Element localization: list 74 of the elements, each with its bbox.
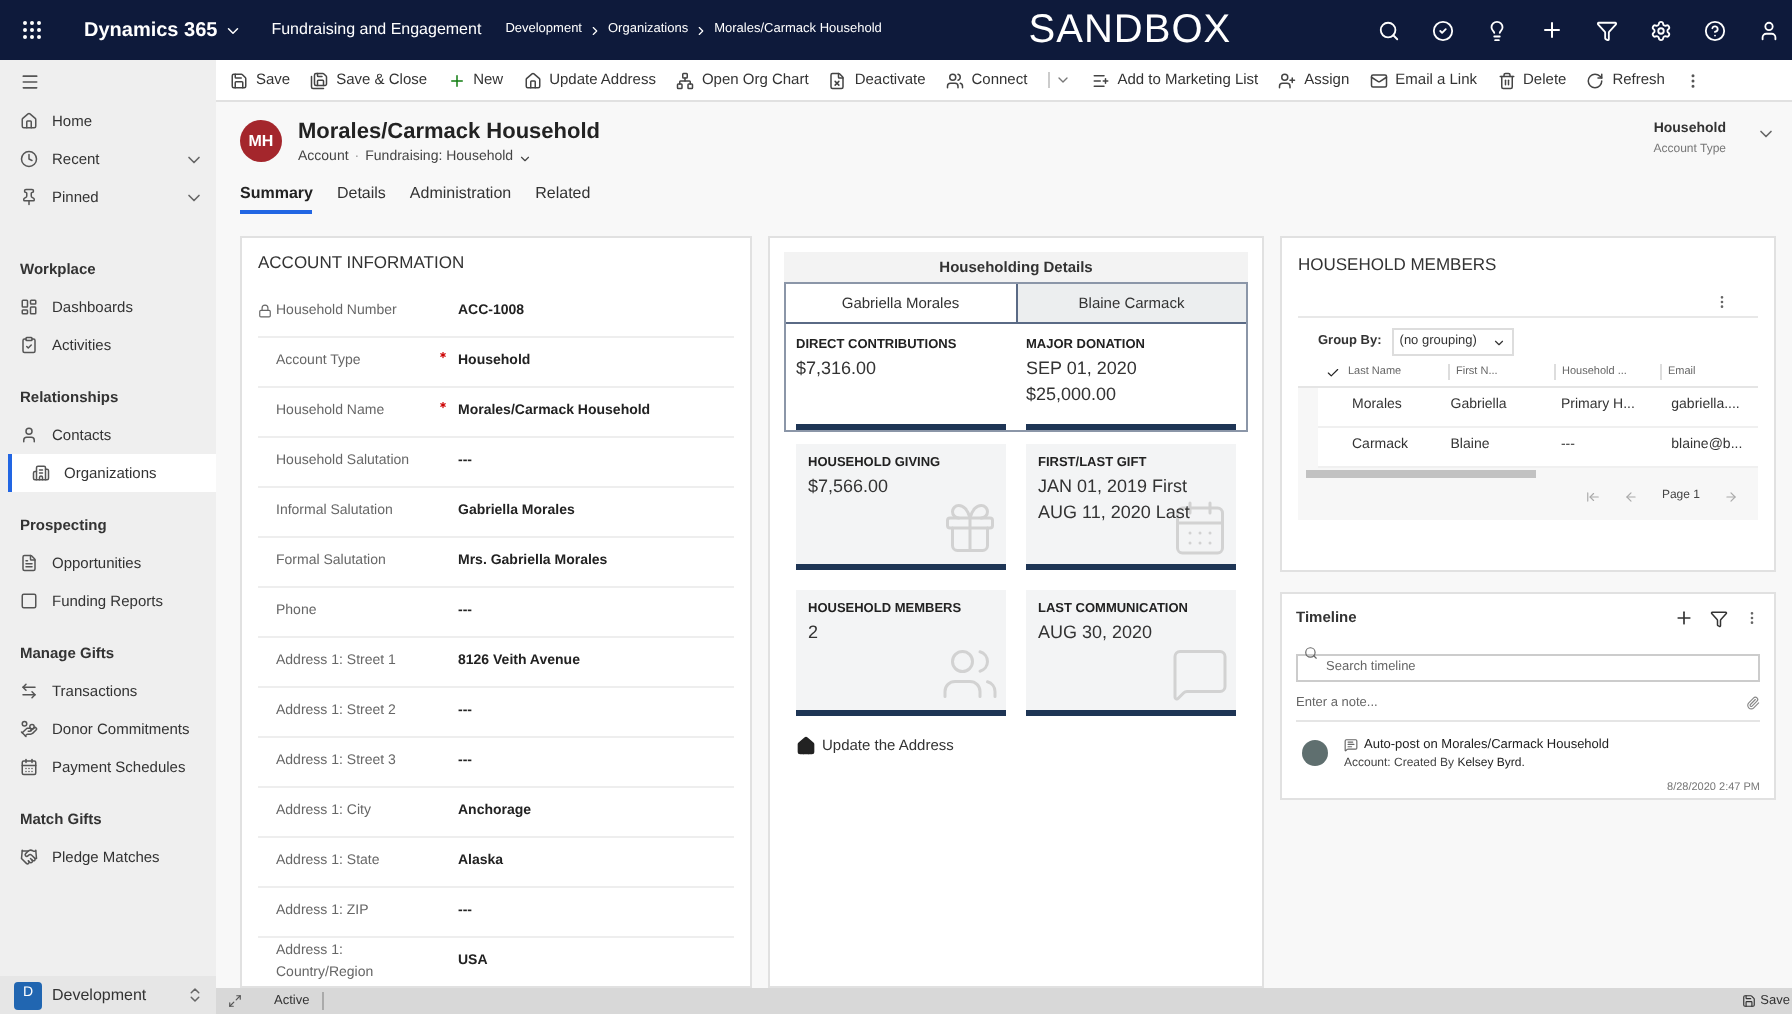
save-all-icon (310, 71, 329, 89)
tile-value: JAN 01, 2019 First (1038, 473, 1190, 500)
gift-icon (940, 498, 1000, 558)
tab[interactable]: Administration (409, 182, 512, 210)
user-add-icon (1278, 71, 1297, 89)
plus-icon (447, 71, 466, 89)
section-title: HOUSEHOLD MEMBERS (1296, 252, 1499, 278)
handshake-icon (20, 848, 38, 866)
save-icon (1742, 994, 1757, 1008)
home-icon (20, 112, 38, 130)
select-all-icon[interactable] (1326, 365, 1340, 380)
area-name: Fundraising and Engagement (271, 18, 482, 42)
tile-value: $7,566.00 (808, 473, 891, 500)
save-icon (230, 71, 248, 89)
list-add-icon (1091, 71, 1110, 89)
task-icon[interactable] (1432, 19, 1454, 41)
people-icon (945, 71, 964, 89)
clipboard-icon (20, 336, 38, 354)
settings-icon[interactable] (1650, 19, 1672, 41)
required-icon (438, 399, 448, 410)
plus-icon[interactable] (1674, 608, 1694, 628)
filter-icon[interactable] (1710, 609, 1728, 627)
people-icon (940, 644, 1000, 704)
tile-value: 2 (808, 619, 821, 646)
lock-icon (258, 304, 272, 319)
attachment-icon[interactable] (1746, 696, 1760, 710)
trash-icon (1497, 71, 1516, 89)
post-icon (1344, 738, 1358, 753)
chevron-icon (694, 23, 709, 37)
refresh-icon (1586, 71, 1605, 89)
user-icon[interactable] (1758, 19, 1780, 41)
home-icon (523, 71, 542, 89)
plus-icon[interactable] (1540, 18, 1564, 42)
app-launcher-icon[interactable] (20, 18, 44, 42)
search-icon[interactable] (1378, 19, 1400, 41)
lightbulb-icon[interactable] (1486, 19, 1508, 41)
help-icon[interactable] (1704, 19, 1726, 41)
entry-avatar (1302, 740, 1328, 766)
tile-value: SEP 01, 2020 (1026, 355, 1139, 382)
tile-value: $25,000.00 (1026, 381, 1119, 408)
square-icon (20, 592, 38, 610)
chevrons-icon (186, 986, 204, 1004)
tab[interactable]: Related (535, 182, 591, 210)
record-title: Morales/Carmack Household (298, 120, 602, 146)
tab[interactable]: Details (336, 182, 386, 210)
calendar-icon (20, 758, 38, 776)
environment-title: SANDBOX (1028, 6, 1232, 56)
tile-value: AUG 11, 2020 Last (1038, 499, 1192, 526)
chat-icon (1170, 644, 1230, 704)
section-title: ACCOUNT INFORMATION (258, 250, 467, 276)
search-icon (1304, 645, 1318, 659)
menu-icon[interactable] (20, 71, 40, 91)
transfer-icon (20, 682, 38, 700)
home-icon (796, 735, 816, 756)
chevron-icon (1492, 335, 1507, 350)
tab[interactable]: Summary (240, 182, 313, 214)
expand-icon[interactable] (228, 994, 242, 1008)
building-icon (32, 464, 50, 482)
dashboard-icon (20, 298, 38, 316)
app-name[interactable]: Dynamics 365 (84, 15, 218, 45)
required-icon (438, 349, 448, 360)
record-avatar: MH (240, 120, 282, 162)
org-chart-icon (675, 71, 694, 89)
coins-icon (20, 720, 38, 738)
pin-icon (20, 188, 38, 206)
tile-value: $7,316.00 (796, 355, 879, 382)
tile-value: AUG 30, 2020 (1038, 619, 1155, 646)
chevron-icon (588, 23, 602, 37)
mail-icon (1369, 71, 1388, 89)
person-icon (20, 426, 38, 444)
chevron-icon[interactable] (517, 151, 532, 166)
clock-icon (20, 150, 38, 168)
document-icon (828, 71, 847, 89)
document-icon (20, 554, 38, 572)
